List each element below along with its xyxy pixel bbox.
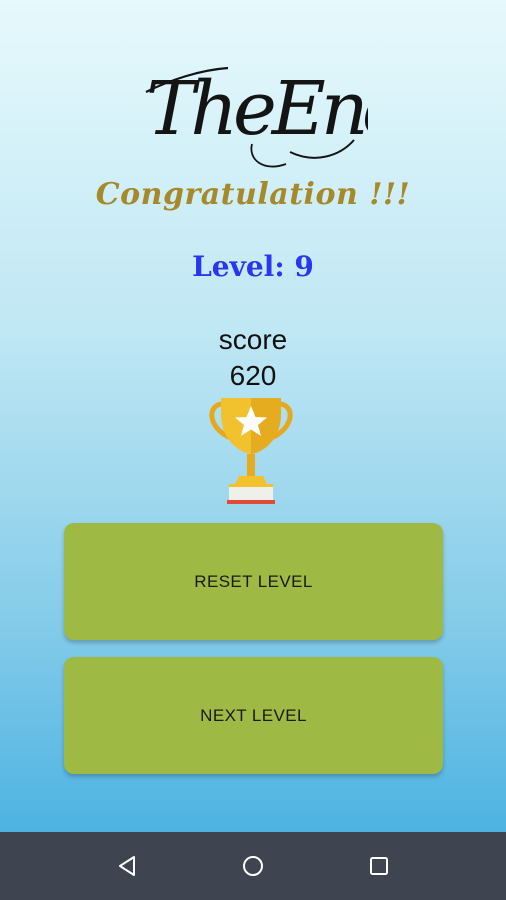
- level-value: 9: [294, 250, 314, 283]
- congratulation-message: Congratulation !!!: [95, 177, 411, 212]
- android-navigation-bar: [0, 832, 506, 900]
- score-value: 620: [229, 360, 277, 391]
- home-circle-icon: [243, 856, 263, 876]
- next-level-button[interactable]: NEXT LEVEL: [64, 657, 443, 774]
- level-label: Level:: [192, 250, 285, 283]
- the-end-logo: TheEnd: [145, 66, 368, 168]
- home-button[interactable]: [233, 846, 273, 886]
- recent-apps-button[interactable]: [359, 846, 399, 886]
- trophy-icon: [209, 398, 293, 504]
- reset-level-button[interactable]: RESET LEVEL: [64, 523, 443, 640]
- back-triangle-icon: [119, 856, 135, 876]
- game-end-screen: TheEnd Congratulation !!! Level: 9 score…: [0, 0, 506, 832]
- back-button[interactable]: [107, 846, 147, 886]
- recent-square-icon: [370, 857, 388, 875]
- score-label: score: [218, 324, 288, 355]
- level-display: Level: 9: [0, 250, 506, 283]
